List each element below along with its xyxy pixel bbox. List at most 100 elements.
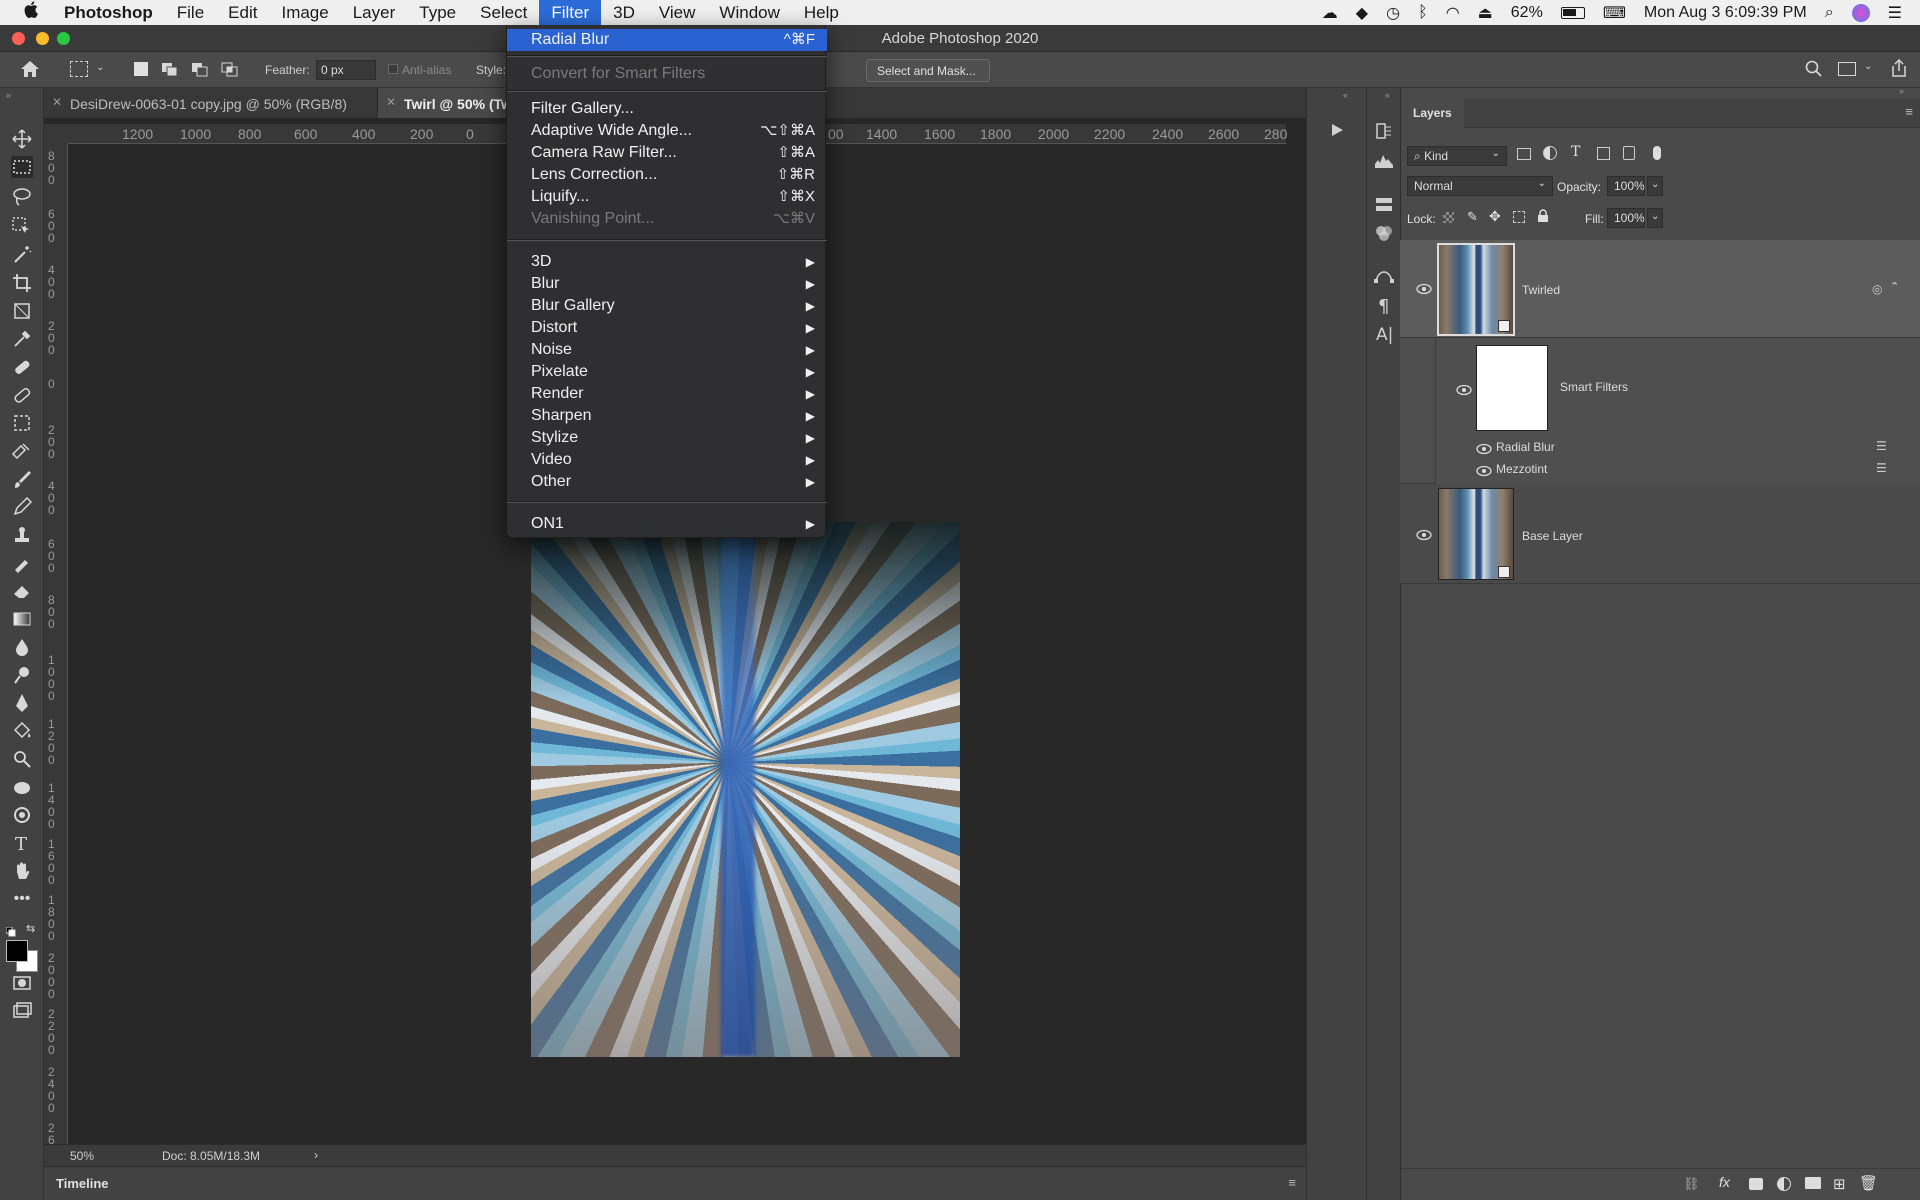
smart-filters-label[interactable]: Smart Filters — [1560, 380, 1628, 394]
menu-item-noise[interactable]: Noise ▶ — [507, 339, 827, 361]
time-machine-icon[interactable]: ◷ — [1386, 3, 1400, 23]
lock-paint-brush-icon[interactable]: ✎ — [1467, 209, 1478, 225]
chevron-down-icon[interactable]: ⌄ — [1864, 61, 1872, 72]
new-selection-icon[interactable] — [134, 62, 148, 76]
menu-type[interactable]: Type — [407, 0, 468, 25]
hand-tool-icon[interactable] — [11, 860, 33, 882]
collapse-dock-icon[interactable]: « — [1343, 90, 1348, 100]
new-layer-icon[interactable]: ⊞ — [1833, 1175, 1846, 1193]
chevron-up-icon[interactable]: ⌃ — [1890, 280, 1899, 293]
menu-item-render[interactable]: Render ▶ — [507, 383, 827, 405]
menu-item-stylize[interactable]: Stylize ▶ — [507, 427, 827, 449]
layer-row-twirled[interactable]: Twirled ◎ ⌃ — [1400, 240, 1920, 338]
sponge-tool-icon[interactable] — [11, 776, 33, 798]
visibility-eye-icon[interactable] — [1456, 383, 1472, 396]
close-tab-icon[interactable]: ✕ — [386, 95, 396, 109]
menu-file[interactable]: File — [165, 0, 216, 25]
menu-item-adaptive-wide-angle[interactable]: Adaptive Wide Angle... ⌥⇧⌘A — [507, 120, 827, 142]
layer-row-smart-filters[interactable]: Smart Filters Radial Blur ☰ Mezzotint ☰ — [1400, 338, 1920, 484]
menu-item-radial-blur[interactable]: Radial Blur ^⌘F — [507, 29, 827, 51]
collapse-toolbar-icon[interactable]: » — [6, 90, 11, 100]
menu-item-sharpen[interactable]: Sharpen ▶ — [507, 405, 827, 427]
paint-bucket-icon[interactable] — [11, 720, 33, 742]
spotlight-icon[interactable]: ⌕ — [1825, 4, 1834, 22]
siri-icon[interactable] — [1851, 3, 1870, 22]
smart-object-filter-icon[interactable] — [1623, 146, 1635, 160]
menu-image[interactable]: Image — [269, 0, 340, 25]
smart-filter-indicator-icon[interactable]: ◎ — [1872, 282, 1882, 296]
menu-help[interactable]: Help — [792, 0, 851, 25]
screen-mode-icon[interactable] — [11, 1000, 33, 1022]
clone-stamp-tool-icon[interactable] — [11, 524, 33, 546]
marquee-tool-preset-icon[interactable] — [70, 61, 88, 77]
eyedropper-tool-icon[interactable] — [11, 328, 33, 350]
visibility-eye-icon[interactable] — [1476, 442, 1492, 455]
menu-item-blur[interactable]: Blur ▶ — [507, 273, 827, 295]
wifi-icon[interactable]: ◠ — [1446, 3, 1460, 23]
rectangular-marquee-tool-icon[interactable] — [11, 156, 33, 178]
paragraph-panel-icon[interactable]: ¶ — [1373, 294, 1395, 317]
frame-tool-icon[interactable] — [11, 300, 33, 322]
feather-input[interactable]: 0 px — [316, 60, 376, 80]
properties-panel-icon[interactable] — [1373, 194, 1395, 216]
menu-item-liquify[interactable]: Liquify... ⇧⌘X — [507, 186, 827, 208]
lock-position-icon[interactable]: ✥ — [1489, 208, 1501, 225]
menu-view[interactable]: View — [647, 0, 708, 25]
add-selection-icon[interactable] — [161, 62, 179, 78]
eraser-tool-icon[interactable] — [11, 580, 33, 602]
fx-icon[interactable]: fx — [1719, 1174, 1730, 1190]
zoom-magnify-tool-icon[interactable] — [11, 748, 33, 770]
blend-mode-dropdown[interactable]: Normal ⌄ — [1407, 176, 1553, 196]
history-brush-icon[interactable] — [11, 552, 33, 574]
move-tool-icon[interactable] — [11, 128, 33, 150]
zoom-level[interactable]: 50% — [70, 1149, 94, 1163]
document-image[interactable] — [531, 522, 960, 1057]
expand-panel-icon[interactable]: » — [1899, 86, 1904, 96]
crop-tool-icon[interactable] — [11, 272, 33, 294]
lock-transparency-icon[interactable] — [1443, 212, 1454, 223]
layer-row-base-layer[interactable]: Base Layer — [1400, 484, 1920, 584]
document-tab-active[interactable]: ✕ Twirl @ 50% (Tw — [378, 88, 508, 118]
lock-all-icon[interactable] — [1537, 209, 1549, 226]
layer-filter-kind-dropdown[interactable]: ⌕ Kind ⌄ — [1407, 146, 1507, 166]
visibility-eye-icon[interactable] — [1416, 282, 1432, 295]
pen-tool-icon[interactable] — [11, 692, 33, 714]
home-icon[interactable] — [20, 60, 40, 81]
battery-percent[interactable]: 62% — [1511, 4, 1543, 22]
adjustment-layer-filter-icon[interactable] — [1543, 146, 1557, 160]
history-panel-icon[interactable] — [1373, 120, 1395, 142]
menu-layer[interactable]: Layer — [341, 0, 408, 25]
smart-filter-item[interactable]: Mezzotint — [1496, 462, 1547, 476]
creative-cloud-icon[interactable]: ☁ — [1322, 3, 1338, 23]
object-selection-tool-icon[interactable] — [11, 216, 33, 238]
collapse-dock-icon[interactable]: « — [1385, 90, 1390, 100]
apple-icon[interactable] — [0, 0, 52, 25]
vertical-ruler[interactable]: 8 0 0 6 0 0 4 0 0 2 0 0 0 2 0 0 4 0 0 6 … — [44, 144, 68, 1146]
magic-wand-tool-icon[interactable] — [11, 244, 33, 266]
healing-patch-icon[interactable] — [11, 384, 33, 406]
document-tab[interactable]: ✕ DesiDrew-0063-01 copy.jpg @ 50% (RGB/8… — [44, 88, 378, 118]
content-aware-move-icon[interactable] — [11, 412, 33, 434]
menu-item-video[interactable]: Video ▶ — [507, 449, 827, 471]
paths-panel-icon[interactable] — [1373, 264, 1395, 286]
panel-menu-icon[interactable]: ≡ — [1288, 1175, 1296, 1190]
panel-menu-icon[interactable]: ≡ — [1905, 104, 1913, 119]
link-layers-icon[interactable]: ⛓ — [1683, 1176, 1700, 1192]
menu-select[interactable]: Select — [468, 0, 539, 25]
lock-artboard-icon[interactable] — [1513, 211, 1525, 223]
menu-item-filter-gallery[interactable]: Filter Gallery... — [507, 98, 827, 120]
dodge-tool-icon[interactable] — [11, 664, 33, 686]
menu-item-convert-smart-filters[interactable]: Convert for Smart Filters — [507, 63, 827, 85]
eject-icon[interactable]: ⏏ — [1478, 3, 1493, 23]
quick-mask-icon[interactable] — [11, 972, 33, 994]
chevron-down-icon[interactable]: ⌄ — [1647, 208, 1663, 228]
menu-edit[interactable]: Edit — [216, 0, 269, 25]
opacity-input[interactable]: 100% — [1607, 176, 1645, 196]
menu-window[interactable]: Window — [707, 0, 791, 25]
menu-item-lens-correction[interactable]: Lens Correction... ⇧⌘R — [507, 164, 827, 186]
spot-healing-brush-icon[interactable] — [11, 356, 33, 378]
menu-item-camera-raw-filter[interactable]: Camera Raw Filter... ⇧⌘A — [507, 142, 827, 164]
menu-item-vanishing-point[interactable]: Vanishing Point... ⌥⌘V — [507, 208, 827, 230]
shape-layer-filter-icon[interactable] — [1597, 147, 1610, 160]
notification-center-icon[interactable]: ☰ — [1888, 3, 1902, 23]
